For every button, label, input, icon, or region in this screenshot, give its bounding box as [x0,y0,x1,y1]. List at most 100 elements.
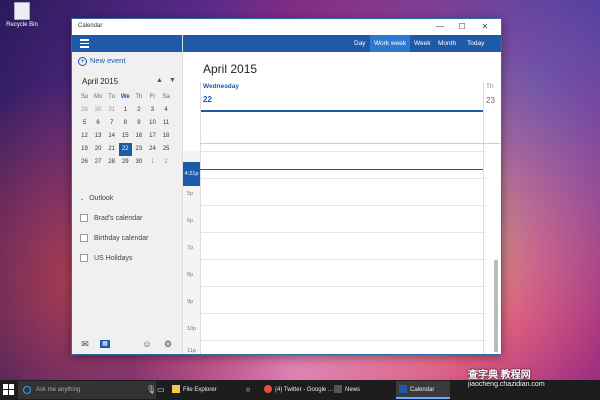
mini-calendar-week: 19 20 21 22 23 24 25 [78,143,178,156]
day-cell[interactable]: 23 [132,143,145,156]
day-cell[interactable]: 5 [78,117,91,130]
day-cell[interactable]: 16 [132,130,145,143]
day-cell[interactable]: 21 [105,143,118,156]
day-name: Wednesday [203,83,240,90]
calendar-toggle-us-holidays[interactable]: US Holidays [80,254,133,262]
recycle-bin-icon[interactable]: Recycle Bin [4,2,40,28]
time-grid[interactable]: 5p 6p 7p 8p 9p 10p 11p [183,151,501,354]
mini-calendar-week: 12 13 14 15 16 17 18 [78,130,178,143]
day-cell[interactable]: 10 [146,117,159,130]
day-cell[interactable]: 20 [92,143,105,156]
task-view-icon[interactable]: ▭ [157,381,165,399]
view-toolbar: Day Work week Week Month Today [183,35,501,52]
mini-calendar-dow-row: Su Mo Tu We Th Fr Sa [78,91,178,104]
windows-start-icon[interactable] [3,384,15,396]
day-cell[interactable]: 27 [92,156,105,169]
all-day-separator [200,143,500,144]
calendar-toggle-brads[interactable]: Brad's calendar [80,214,142,222]
cortana-search-box[interactable]: Ask me anything 🎙 [18,381,156,399]
outlook-account-toggle[interactable]: ⌄ Outlook [80,195,113,202]
day-cell[interactable]: 15 [119,130,132,143]
today-button[interactable]: Today [463,35,488,52]
edge-browser-icon[interactable]: e [246,381,250,399]
watermark-title: 查字典 教程网 [468,370,531,381]
day-cell[interactable]: 14 [105,130,118,143]
cortana-icon [23,386,31,394]
recycle-bin-label: Recycle Bin [6,22,38,28]
vertical-scrollbar[interactable] [494,260,498,352]
view-month-button[interactable]: Month [434,35,460,52]
checkbox[interactable] [80,234,88,242]
day-cell[interactable]: 29 [78,104,91,117]
day-cell[interactable]: 1 [119,104,132,117]
plus-icon: + [78,57,87,66]
day-cell[interactable]: 26 [78,156,91,169]
day-cell[interactable]: 8 [119,117,132,130]
day-cell[interactable]: 30 [132,156,145,169]
day-cell[interactable]: 2 [160,156,173,169]
view-day-button[interactable]: Day [350,35,370,52]
hour-line [200,232,486,233]
close-button[interactable]: ✕ [477,21,493,33]
dow-label: Mo [93,94,103,100]
day-cell[interactable]: 31 [105,104,118,117]
mail-icon[interactable]: ✉ [80,340,90,349]
taskbar-file-explorer[interactable]: File Explorer [172,381,225,399]
day-cell[interactable]: 17 [146,130,159,143]
taskbar-calendar[interactable]: Calendar [396,381,451,399]
calendar-name: Brad's calendar [94,214,143,222]
day-cell[interactable]: 13 [92,130,105,143]
new-event-button[interactable]: + New event [78,56,125,66]
new-event-label: New event [90,56,126,65]
next-day-column-header[interactable]: Th 23 [486,82,501,152]
taskbar-news[interactable]: News [334,381,372,399]
sidebar-header [72,35,182,52]
mini-calendar-title[interactable]: April 2015 [82,77,118,86]
day-cell[interactable]: 11 [160,117,173,130]
calendar-app-icon[interactable]: ▦ [100,340,110,348]
day-cell[interactable]: 19 [78,143,91,156]
day-cell[interactable]: 25 [160,143,173,156]
calendar-toggle-birthday[interactable]: Birthday calendar [80,234,148,242]
current-time-badge: 4:21p [183,162,200,186]
day-cell[interactable]: 24 [146,143,159,156]
feedback-smiley-icon[interactable]: ☺ [142,340,152,349]
mini-calendar-week: 29 30 31 1 2 3 4 [78,104,178,117]
checkbox[interactable] [80,254,88,262]
folder-icon [172,385,180,394]
day-cell[interactable]: 12 [78,130,91,143]
day-cell[interactable]: 7 [105,117,118,130]
view-work-week-button[interactable]: Work week [370,35,411,52]
settings-gear-icon[interactable]: ⚙ [163,340,173,349]
calendar-up-icon[interactable]: ▲ [156,77,163,84]
chevron-down-icon: ⌄ [80,196,85,202]
calendar-name: US Holidays [94,254,133,262]
day-cell[interactable]: 9 [132,117,145,130]
hour-line [200,286,486,287]
hour-label: 6p [187,218,194,224]
day-cell[interactable]: 1 [146,156,159,169]
dow-label: Su [80,94,89,100]
day-cell-today[interactable]: 22 [118,143,132,156]
maximize-button[interactable]: ☐ [454,21,470,33]
calendar-down-icon[interactable]: ▼ [169,77,176,84]
microphone-icon[interactable]: 🎙 [146,385,156,394]
day-cell[interactable]: 2 [132,104,145,117]
trash-icon [14,2,30,20]
day-cell[interactable]: 28 [105,156,118,169]
day-cell[interactable]: 6 [92,117,105,130]
day-cell[interactable]: 29 [119,156,132,169]
day-cell[interactable]: 4 [160,104,173,117]
view-week-button[interactable]: Week [410,35,435,52]
day-cell[interactable]: 18 [160,130,173,143]
checkbox[interactable] [80,214,88,222]
taskbar-chrome-twitter[interactable]: (4) Twitter - Google ... [264,381,338,399]
minimize-button[interactable]: — [432,21,448,33]
day-cell[interactable]: 30 [92,104,105,117]
hamburger-menu-icon[interactable] [80,39,89,48]
hour-line [200,151,486,152]
day-cell[interactable]: 3 [146,104,159,117]
dow-label: Sa [162,94,170,100]
day-column-header[interactable]: Wednesday 22 [200,82,483,112]
calendar-name: Birthday calendar [94,234,149,242]
